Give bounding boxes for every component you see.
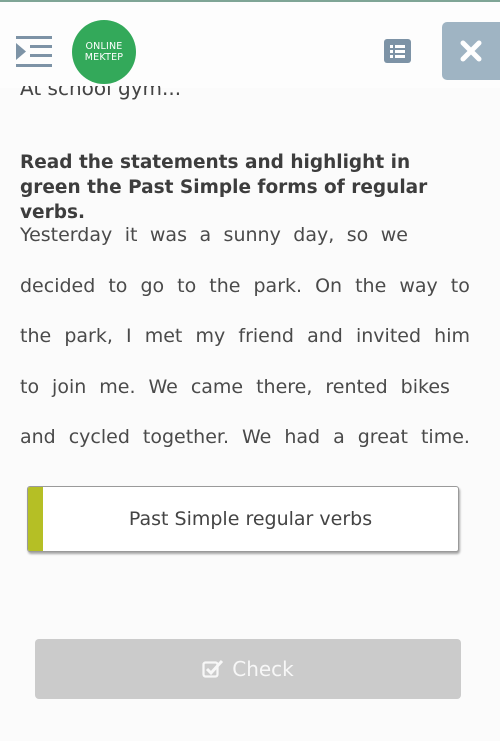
passage-word[interactable]: decided (20, 261, 95, 312)
passage-word[interactable]: we (381, 210, 408, 261)
online-mektep-logo[interactable]: ONLINE MEKTEP (72, 20, 136, 84)
passage-word[interactable]: go (140, 261, 164, 312)
passage-word[interactable]: the (355, 261, 386, 312)
passage-word[interactable]: so (347, 210, 369, 261)
passage-word[interactable]: time. (421, 412, 470, 463)
logo-line-2: MEKTEP (84, 52, 124, 63)
passage-word[interactable]: a (199, 210, 211, 261)
passage-word[interactable]: a (333, 412, 345, 463)
passage-word[interactable]: and (20, 412, 56, 463)
passage-word[interactable]: it (125, 210, 138, 261)
passage-word[interactable]: my (196, 311, 226, 362)
category-color-swatch (28, 487, 43, 551)
passage-word[interactable]: park, (64, 311, 113, 362)
passage-line: decided to go to the park. On the way to (20, 261, 470, 312)
passage-word[interactable]: We (148, 362, 177, 413)
table-of-contents-button[interactable] (384, 39, 411, 63)
passage-line: to join me. We came there, rented bikes (20, 362, 450, 413)
passage-word[interactable]: there, (256, 362, 312, 413)
passage-word[interactable]: join (52, 362, 86, 413)
passage-word[interactable]: was (150, 210, 187, 261)
logo-line-1: ONLINE (85, 41, 123, 52)
passage-word[interactable]: park. (253, 261, 302, 312)
passage-word[interactable]: cycled (69, 412, 130, 463)
passage-word[interactable]: We (242, 412, 271, 463)
passage-word[interactable]: met (145, 311, 183, 362)
passage-line: Yesterday it was a sunny day, so we (20, 210, 408, 261)
check-button[interactable]: Check (35, 639, 461, 699)
passage-word[interactable]: had (284, 412, 320, 463)
passage-word[interactable]: together. (143, 412, 229, 463)
passage-word[interactable]: friend (238, 311, 294, 362)
passage: Yesterday it was a sunny day, so we decided to go… (20, 210, 470, 463)
passage-word[interactable]: I (126, 311, 132, 362)
passage-word[interactable]: great (358, 412, 408, 463)
passage-word[interactable]: sunny (224, 210, 281, 261)
passage-word[interactable]: rented (325, 362, 387, 413)
category-label: Past Simple regular verbs (128, 508, 373, 530)
close-icon (460, 40, 482, 62)
passage-word[interactable]: came (191, 362, 243, 413)
passage-word[interactable]: Yesterday (20, 210, 112, 261)
check-button-label: Check (232, 657, 294, 681)
menu-toggle-button[interactable] (16, 35, 52, 69)
passage-word[interactable]: to (20, 362, 39, 413)
passage-word[interactable]: to (108, 261, 127, 312)
passage-word[interactable]: to (451, 261, 470, 312)
passage-word[interactable]: me. (99, 362, 135, 413)
passage-word[interactable]: him (434, 311, 470, 362)
passage-word[interactable]: invited (356, 311, 421, 362)
indent-menu-icon (16, 36, 52, 67)
passage-word[interactable]: day, (293, 210, 334, 261)
header: ONLINE MEKTEP (0, 2, 500, 88)
passage-word[interactable]: and (307, 311, 343, 362)
passage-line: and cycled together. We had a great time. (20, 412, 470, 463)
passage-word[interactable]: bikes (401, 362, 450, 413)
passage-line: the park, Imet my friend and invited him (20, 311, 470, 362)
close-button[interactable] (442, 22, 500, 80)
clipped-section-title: At school gym... (20, 86, 182, 100)
checkbox-icon (202, 659, 224, 678)
highlight-category-option[interactable]: Past Simple regular verbs (27, 486, 459, 552)
passage-word[interactable]: way (399, 261, 437, 312)
passage-word[interactable]: On (315, 261, 342, 312)
list-icon (390, 45, 405, 58)
passage-word[interactable]: the (20, 311, 51, 362)
passage-word[interactable]: the (209, 261, 240, 312)
passage-word[interactable]: to (177, 261, 196, 312)
